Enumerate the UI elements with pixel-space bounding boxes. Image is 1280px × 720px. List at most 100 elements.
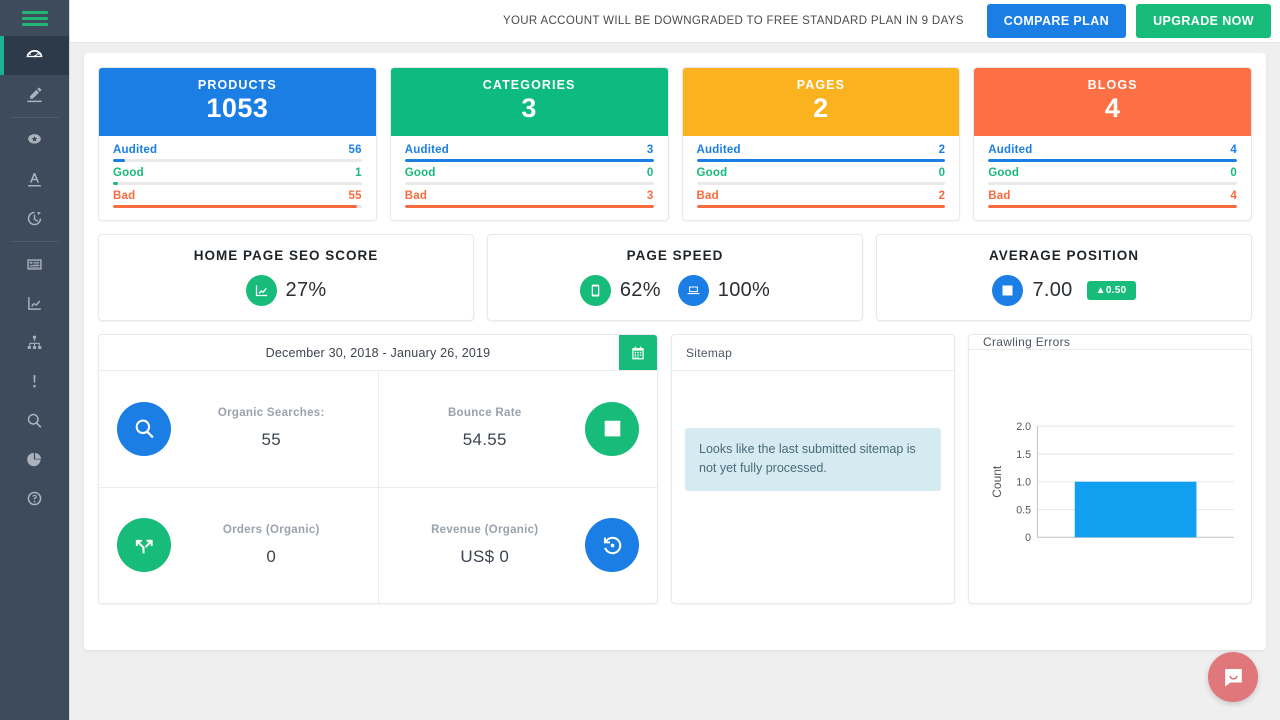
crawling-errors-body: 00.51.01.52.0Count bbox=[969, 350, 1251, 604]
stat-cards-row: PRODUCTS1053Audited56Good1Bad55CATEGORIE… bbox=[98, 67, 1252, 221]
magnifier-icon bbox=[117, 402, 171, 456]
y-axis-tick-label: 0.5 bbox=[1016, 504, 1031, 516]
sidebar-item-typography[interactable] bbox=[0, 160, 69, 199]
sitemap-alert: Looks like the last submitted sitemap is… bbox=[685, 428, 941, 491]
stat-metric-label: Good bbox=[405, 167, 436, 179]
sidebar-item-search[interactable] bbox=[0, 401, 69, 440]
stat-metric-value: 4 bbox=[1230, 190, 1237, 202]
stat-metric: Good 0 bbox=[405, 167, 654, 185]
sidebar-item-issues[interactable] bbox=[0, 362, 69, 401]
chat-bubble-icon[interactable] bbox=[1208, 652, 1258, 702]
stat-metric-label: Audited bbox=[405, 144, 449, 156]
stat-metric-label: Bad bbox=[405, 190, 427, 202]
sidebar-item-reports[interactable] bbox=[0, 440, 69, 479]
bounce-rate-label: Bounce Rate bbox=[397, 407, 574, 419]
revenue-refresh-icon bbox=[585, 518, 639, 572]
mobile-icon bbox=[580, 275, 611, 306]
sidebar-item-analytics[interactable] bbox=[0, 284, 69, 323]
average-position-card: AVERAGE POSITION 7.00 ▲0.50 bbox=[876, 234, 1252, 321]
compare-plan-button[interactable]: COMPARE PLAN bbox=[987, 4, 1126, 38]
dashboard-panel: PRODUCTS1053Audited56Good1Bad55CATEGORIE… bbox=[84, 53, 1266, 650]
speedometer-icon bbox=[25, 46, 44, 65]
topbar: YOUR ACCOUNT WILL BE DOWNGRADED TO FREE … bbox=[70, 0, 1280, 43]
sidebar-item-history[interactable] bbox=[0, 199, 69, 238]
clock-history-icon bbox=[25, 209, 44, 228]
pencil-icon bbox=[25, 85, 44, 104]
sidebar-divider bbox=[10, 241, 59, 242]
stat-metric-bar bbox=[405, 205, 654, 208]
sidebar-item-favorites[interactable] bbox=[0, 121, 69, 160]
sidebar-item-pages[interactable] bbox=[0, 245, 69, 284]
question-circle-icon bbox=[25, 489, 44, 508]
stat-metric-bar bbox=[697, 205, 946, 208]
sidebar-divider bbox=[10, 117, 59, 118]
letter-a-icon bbox=[25, 170, 44, 189]
stat-card-value: 3 bbox=[397, 93, 662, 124]
stat-card-header: BLOGS4 bbox=[974, 68, 1251, 136]
orders-organic-value: 0 bbox=[183, 547, 360, 567]
crawling-errors-chart: 00.51.01.52.0Count bbox=[982, 363, 1238, 603]
sidebar-item-sitemap[interactable] bbox=[0, 323, 69, 362]
stat-metric: Audited2 bbox=[697, 144, 946, 162]
stat-metric-value: 3 bbox=[647, 190, 654, 202]
stat-card-value: 1053 bbox=[105, 93, 370, 124]
analytics-row-bottom: Orders (Organic) 0 Revenue (Organic) bbox=[99, 487, 657, 604]
y-axis-tick-label: 1.0 bbox=[1016, 476, 1031, 488]
stat-metric-label: Good bbox=[988, 167, 1019, 179]
stat-card-title: BLOGS bbox=[980, 78, 1245, 92]
page-speed-desktop-value: 100% bbox=[718, 279, 770, 302]
organic-searches-cell: Organic Searches: 55 bbox=[99, 371, 378, 487]
y-axis-tick-label: 1.5 bbox=[1016, 449, 1031, 461]
average-position-delta-badge: ▲0.50 bbox=[1087, 281, 1136, 300]
stat-metric: Audited4 bbox=[988, 144, 1237, 162]
magnifier-icon bbox=[25, 411, 44, 430]
pie-chart-icon bbox=[25, 450, 44, 469]
card-list-icon bbox=[25, 255, 44, 274]
average-position-value: 7.00 bbox=[1032, 279, 1072, 302]
laptop-icon bbox=[678, 275, 709, 306]
hamburger-icon[interactable] bbox=[22, 11, 48, 26]
y-axis-label: Count bbox=[990, 465, 1004, 498]
exclamation-icon bbox=[25, 372, 44, 391]
stat-metric-bar bbox=[697, 182, 946, 185]
sidebar bbox=[0, 0, 70, 720]
analytics-row-top: Organic Searches: 55 Bounce Rate bbox=[99, 371, 657, 487]
stat-metric-label: Bad bbox=[113, 190, 135, 202]
stat-metric-label: Bad bbox=[988, 190, 1010, 202]
stat-metric-value: 4 bbox=[1230, 144, 1237, 156]
page-speed-card: PAGE SPEED 62% 100% bbox=[487, 234, 863, 321]
content-area: PRODUCTS1053Audited56Good1Bad55CATEGORIE… bbox=[70, 43, 1280, 720]
sidebar-menu bbox=[0, 36, 69, 720]
date-range-label: December 30, 2018 - January 26, 2019 bbox=[266, 346, 491, 360]
upgrade-now-button[interactable]: UPGRADE NOW bbox=[1136, 4, 1271, 38]
stat-metric: Good1 bbox=[113, 167, 362, 185]
stat-card-body: Audited4 Good0 Bad 4 bbox=[974, 136, 1251, 220]
stat-metric-label: Bad bbox=[697, 190, 719, 202]
stat-card-header: CATEGORIES3 bbox=[391, 68, 668, 136]
sidebar-item-help[interactable] bbox=[0, 479, 69, 518]
crawling-errors-panel: Crawling Errors 00.51.01.52.0Count bbox=[968, 334, 1252, 604]
stat-card-title: CATEGORIES bbox=[397, 78, 662, 92]
organic-searches-value: 55 bbox=[183, 430, 360, 450]
split-arrows-icon bbox=[117, 518, 171, 572]
calendar-icon[interactable] bbox=[619, 335, 657, 370]
stat-metric-value: 0 bbox=[647, 167, 654, 179]
stat-metric: Good0 bbox=[697, 167, 946, 185]
stat-card: PAGES2Audited2Good0Bad2 bbox=[682, 67, 961, 221]
stat-card: PRODUCTS1053Audited56Good1Bad55 bbox=[98, 67, 377, 221]
page-speed-mobile-value: 62% bbox=[620, 279, 661, 302]
stat-metric-bar bbox=[405, 182, 654, 185]
stat-metric-label: Good bbox=[113, 167, 144, 179]
sidebar-item-dashboard[interactable] bbox=[0, 36, 69, 75]
stat-metric-value: 56 bbox=[349, 144, 362, 156]
organic-searches-label: Organic Searches: bbox=[183, 407, 360, 419]
stat-metric: Good0 bbox=[988, 167, 1237, 185]
stat-metric: Bad55 bbox=[113, 190, 362, 208]
chart-bar bbox=[1075, 482, 1197, 538]
stat-metric-bar bbox=[405, 159, 654, 162]
analytics-grid: Organic Searches: 55 Bounce Rate bbox=[99, 371, 657, 603]
analytics-header: December 30, 2018 - January 26, 2019 bbox=[99, 335, 657, 371]
sidebar-item-edit[interactable] bbox=[0, 75, 69, 114]
stat-card-body: Audited3Good0Bad3 bbox=[391, 136, 668, 220]
analytics-panel: December 30, 2018 - January 26, 2019 bbox=[98, 334, 658, 604]
